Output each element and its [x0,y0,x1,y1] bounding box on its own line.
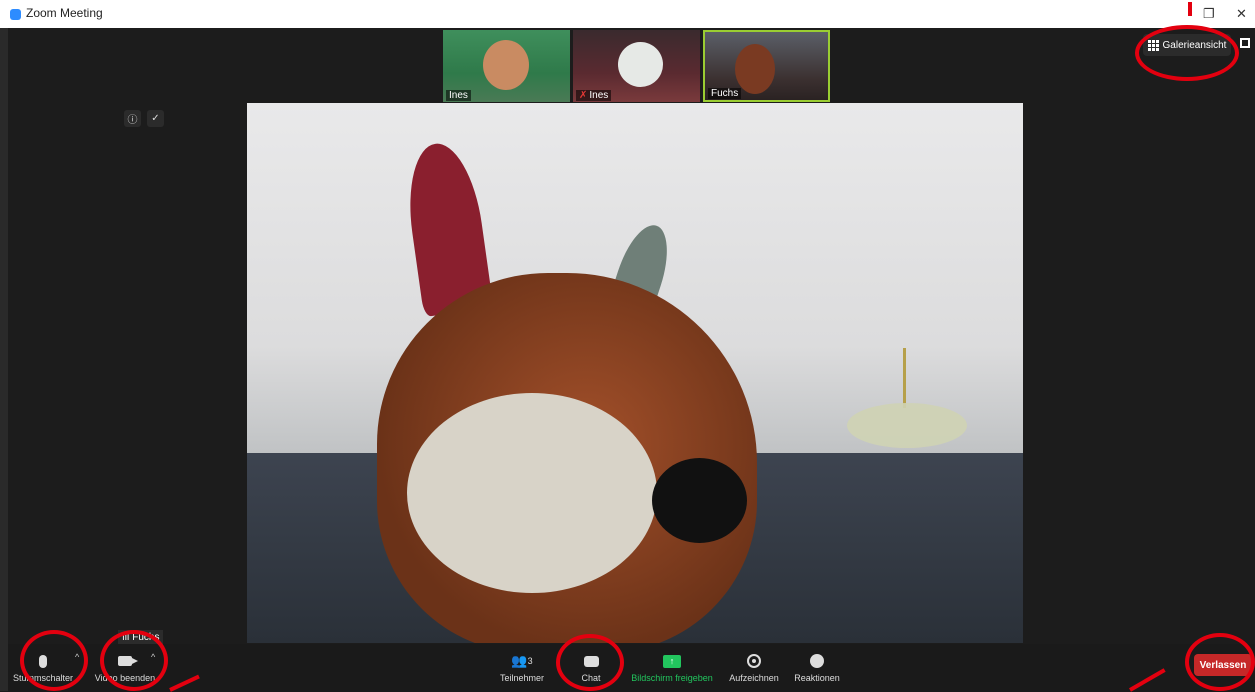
chat-button[interactable]: Chat [573,644,609,691]
share-label: Bildschirm freigeben [631,673,713,683]
mic-muted-icon: ✗ [579,90,588,101]
thumbnail-name-muted: ✗ Ines [576,90,612,101]
chat-bubble-icon [583,655,599,667]
participants-button[interactable]: 👥 3 Teilnehmer [496,644,548,691]
fullscreen-icon[interactable] [1240,38,1250,48]
grid-icon [1147,39,1159,51]
close-window-icon[interactable]: ✕ [1236,6,1247,22]
gallery-view-label: Galerieansicht [1162,39,1227,51]
thumbnail-fuchs[interactable]: Fuchs [703,30,830,102]
lamp-cord [903,348,906,408]
title-bar: Zoom Meeting ❐ ✕ [0,0,1255,28]
audio-options-chevron-icon[interactable]: ^ [75,652,79,662]
ceiling-lamp [847,403,967,448]
mute-label: Stummschalter [12,673,74,683]
mute-button[interactable]: Stummschalter [8,644,78,691]
participants-icon: 👥 [511,653,528,668]
thumbnail-ines-muted[interactable]: ✗ Ines [573,30,700,102]
meeting-toolbar: Stummschalter ^ Video beenden ^ 👥 3 Teiln… [8,644,1255,691]
participants-count: 3 [527,656,533,666]
window-title: Zoom Meeting [26,6,103,20]
chat-label: Chat [581,673,601,683]
thumbnail-name: Ines [589,90,609,101]
thumbnail-ines[interactable]: Ines [443,30,570,102]
video-options-chevron-icon[interactable]: ^ [151,652,155,662]
signal-icon: ıll [122,631,130,643]
reactions-button[interactable]: Reaktionen [790,644,844,691]
active-speaker-name: Fuchs [132,631,160,643]
shield-icon[interactable]: ✓ [147,110,164,127]
record-label: Aufzeichnen [729,673,779,683]
info-icon[interactable]: ⓘ [124,110,141,127]
fox-nose [652,458,747,543]
share-screen-icon: ↑ [663,654,681,668]
participant-thumbnails: Ines ✗ Ines Fuchs [443,30,830,102]
record-icon [747,654,761,668]
meeting-info-icons: ⓘ ✓ [124,110,164,127]
participant-video [618,42,663,87]
stage-edge [0,28,8,691]
video-label: Video beenden [94,673,156,683]
restore-window-icon[interactable]: ❐ [1203,6,1215,22]
participant-video [735,44,775,94]
participant-video [483,40,529,90]
thumbnail-name: Ines [446,90,471,101]
thumbnail-name: Fuchs [708,88,742,99]
share-screen-button[interactable]: ↑ Bildschirm freigeben [626,644,718,691]
participants-label: Teilnehmer [499,673,545,683]
leave-meeting-button[interactable]: Verlassen [1194,654,1252,676]
active-speaker-video [247,103,1023,643]
camera-icon [118,656,138,666]
stop-video-button[interactable]: Video beenden [90,644,160,691]
fox-cheek [407,393,657,593]
reactions-label: Reaktionen [794,673,840,683]
microphone-icon [39,654,47,668]
record-button[interactable]: Aufzeichnen [724,644,784,691]
annotation-arrow-top [1188,2,1192,16]
zoom-logo-icon [10,9,21,20]
active-speaker-badge: ıll Fuchs [118,630,164,644]
gallery-view-button[interactable]: Galerieansicht [1143,34,1231,56]
reactions-emoji-icon [810,654,824,668]
